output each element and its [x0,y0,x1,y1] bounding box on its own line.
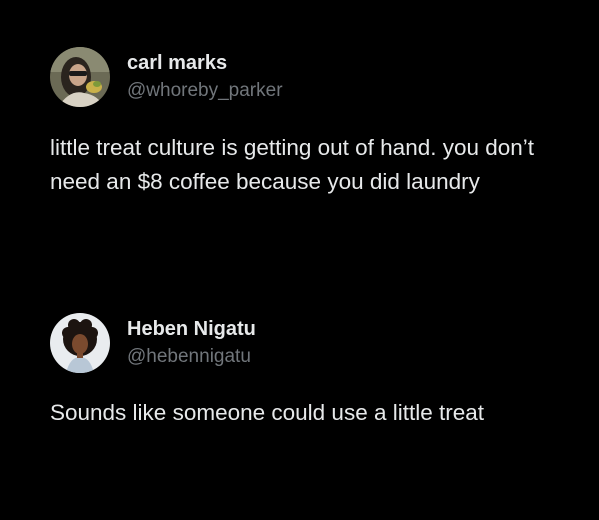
avatar-photo-icon [50,313,110,373]
author-names: Heben Nigatu @hebennigatu [127,316,256,370]
post-carl-marks: carl marks @whoreby_parker little treat … [50,47,579,199]
avatar-photo-icon [50,47,110,107]
author-row: carl marks @whoreby_parker [50,47,579,107]
post-heben-nigatu: Heben Nigatu @hebennigatu Sounds like so… [50,313,579,430]
post-text: Sounds like someone could use a little t… [50,400,485,425]
post-text: little treat culture is getting out of h… [50,135,535,194]
avatar-heben-nigatu[interactable] [50,313,110,373]
user-handle[interactable]: @whoreby_parker [127,78,283,104]
author-names: carl marks @whoreby_parker [127,50,283,104]
author-row: Heben Nigatu @hebennigatu [50,313,579,373]
user-handle[interactable]: @hebennigatu [127,344,256,370]
display-name[interactable]: Heben Nigatu [127,316,256,342]
display-name[interactable]: carl marks [127,50,283,76]
avatar-carl-marks[interactable] [50,47,110,107]
